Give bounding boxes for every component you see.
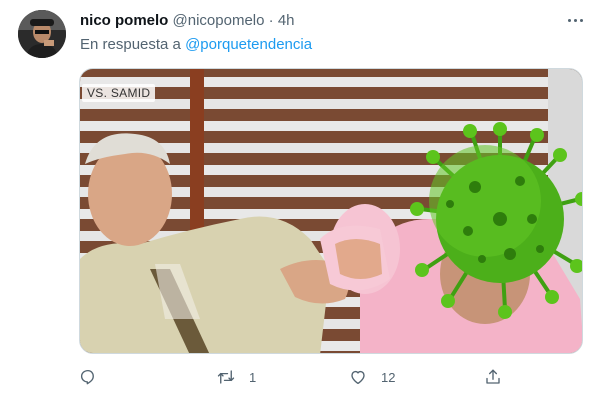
like-button[interactable]: 12: [349, 362, 395, 392]
reply-context: En respuesta a @porquetendencia: [80, 35, 312, 55]
tweet-header: nico pomelo @nicopomelo · 4h: [80, 11, 295, 31]
avatar[interactable]: [18, 10, 66, 58]
media-image: [80, 69, 582, 353]
like-count: 12: [381, 369, 396, 385]
author-handle[interactable]: @nicopomelo: [173, 12, 265, 29]
share-button[interactable]: [484, 362, 502, 392]
like-icon: [351, 370, 365, 385]
tweet-card[interactable]: nico pomelo @nicopomelo · 4h En respuest…: [0, 0, 601, 402]
reply-prefix: En respuesta a: [80, 36, 181, 53]
share-icon: [486, 369, 500, 384]
author-name[interactable]: nico pomelo: [80, 12, 168, 29]
avatar-image: [18, 10, 66, 58]
tweet-time[interactable]: 4h: [278, 12, 295, 29]
retweet-button[interactable]: 1: [217, 362, 256, 392]
retweet-count: 1: [249, 369, 257, 385]
separator: ·: [268, 12, 274, 29]
reply-icon: [80, 369, 94, 385]
reply-to-link[interactable]: @porquetendencia: [185, 36, 312, 53]
tweet-media[interactable]: VS. SAMID: [79, 68, 583, 354]
more-options-icon[interactable]: [564, 12, 586, 28]
retweet-icon: [217, 370, 235, 384]
media-watermark: VS. SAMID: [82, 84, 156, 102]
reply-button[interactable]: [79, 362, 97, 392]
tweet-actions: 1 12: [0, 362, 601, 392]
